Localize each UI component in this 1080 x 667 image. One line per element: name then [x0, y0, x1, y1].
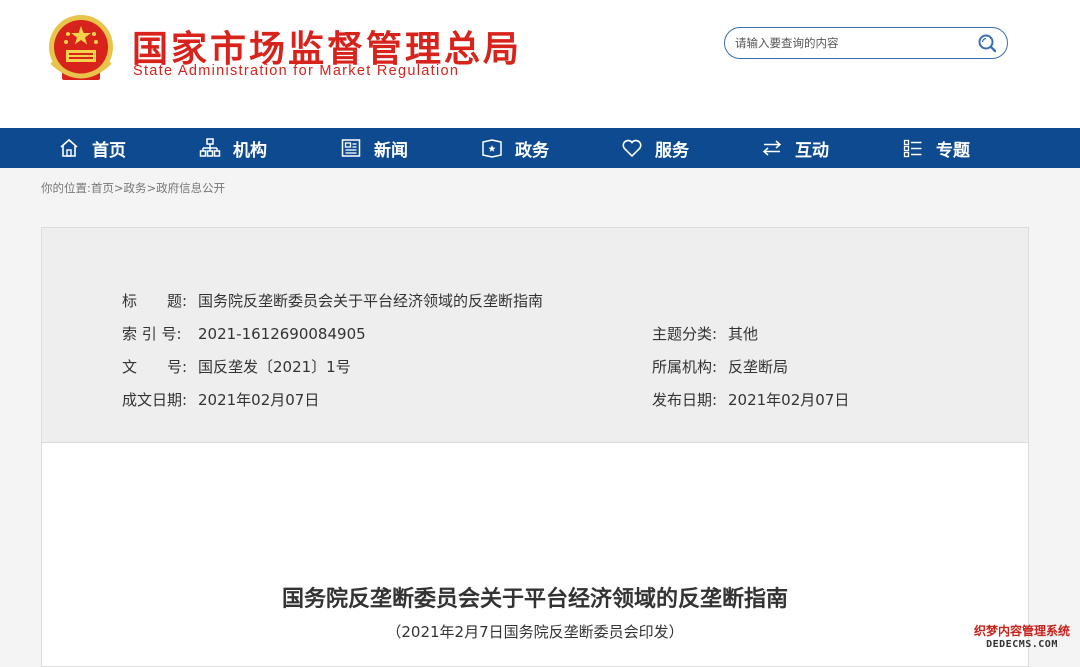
- meta-row-title: 标 题: 国务院反垄断委员会关于平台经济领域的反垄断指南: [122, 290, 543, 311]
- search-icon[interactable]: [977, 33, 997, 53]
- meta-value-published-date: 2021年02月07日: [728, 391, 850, 409]
- meta-value-title: 国务院反垄断委员会关于平台经济领域的反垄断指南: [198, 292, 544, 310]
- national-emblem-icon[interactable]: [44, 12, 118, 86]
- nav-item-service[interactable]: 服务: [621, 128, 689, 168]
- breadcrumb-separator: >: [113, 181, 124, 195]
- org-chart-icon: [199, 138, 221, 157]
- heart-icon: [622, 139, 642, 158]
- breadcrumb-item-info-disclosure[interactable]: 政府信息公开: [156, 181, 225, 195]
- meta-label-title: 标 题:: [122, 292, 188, 310]
- meta-row-category: 主题分类: 其他: [652, 323, 758, 344]
- nav-item-affairs[interactable]: 政务: [481, 128, 549, 168]
- site-header: 国家市场监督管理总局 State Administration for Mark…: [0, 0, 1080, 128]
- watermark-line2: DEDECMS.COM: [986, 638, 1058, 650]
- document-container: 标 题: 国务院反垄断委员会关于平台经济领域的反垄断指南 索 引 号: 2021-1…: [41, 227, 1029, 667]
- meta-value-doc-no: 国反垄发〔2021〕1号: [198, 358, 351, 376]
- meta-row-created-date: 成文日期: 2021年02月07日: [122, 389, 319, 410]
- government-icon: [482, 139, 502, 158]
- search-input[interactable]: [735, 33, 965, 53]
- meta-value-category: 其他: [728, 325, 759, 343]
- meta-row-agency: 所属机构: 反垄断局: [652, 356, 788, 377]
- meta-label-index-no: 索 引 号:: [122, 325, 182, 343]
- meta-value-agency: 反垄断局: [728, 358, 789, 376]
- meta-label-doc-no: 文 号:: [122, 358, 188, 376]
- breadcrumb-item-home[interactable]: 首页: [91, 181, 114, 195]
- org-name-en[interactable]: State Administration for Market Regulati…: [133, 63, 459, 79]
- meta-row-doc-no: 文 号: 国反垄发〔2021〕1号: [122, 356, 351, 377]
- nav-label-news: 新闻: [374, 140, 408, 161]
- breadcrumb: 你的位置:首页>政务>政府信息公开: [41, 180, 225, 196]
- meta-row-published-date: 发布日期: 2021年02月07日: [652, 389, 849, 410]
- newspaper-icon: [341, 139, 361, 157]
- meta-label-category: 主题分类:: [652, 325, 718, 343]
- main-nav: 首页 机构 新闻 政务 服务 互动 专题: [0, 128, 1080, 168]
- meta-label-agency: 所属机构:: [652, 358, 718, 376]
- nav-label-home: 首页: [92, 140, 126, 161]
- nav-label-interact: 互动: [795, 140, 829, 161]
- meta-value-index-no: 2021-1612690084905: [198, 325, 366, 343]
- document-title: 国务院反垄断委员会关于平台经济领域的反垄断指南: [281, 587, 788, 612]
- watermark-logo: 织梦内容管理系统 DEDECMS.COM: [973, 623, 1070, 650]
- nav-item-home[interactable]: 首页: [58, 128, 126, 168]
- watermark-line1: 织梦内容管理系统: [973, 623, 1070, 638]
- nav-item-interact[interactable]: 互动: [761, 128, 829, 168]
- nav-item-topics[interactable]: 专题: [902, 128, 970, 168]
- breadcrumb-item-affairs[interactable]: 政务: [124, 181, 147, 195]
- nav-label-affairs: 政务: [515, 140, 549, 161]
- nav-item-news[interactable]: 新闻: [340, 128, 408, 168]
- nav-item-org[interactable]: 机构: [199, 128, 267, 168]
- home-icon: [60, 138, 78, 157]
- topics-list-icon: [903, 139, 922, 158]
- document-meta-box: 标 题: 国务院反垄断委员会关于平台经济领域的反垄断指南 索 引 号: 2021-1…: [42, 228, 1028, 443]
- meta-label-published-date: 发布日期:: [652, 391, 718, 409]
- document-subtitle: （2021年2月7日国务院反垄断委员会印发）: [386, 623, 684, 641]
- meta-row-index-no: 索 引 号: 2021-1612690084905: [122, 323, 366, 344]
- meta-label-created-date: 成文日期:: [122, 391, 188, 409]
- nav-label-topics: 专题: [936, 140, 970, 161]
- nav-label-org: 机构: [233, 140, 267, 161]
- search-box: [724, 27, 1008, 59]
- breadcrumb-separator: >: [146, 181, 157, 195]
- exchange-arrows-icon: [762, 140, 782, 156]
- meta-value-created-date: 2021年02月07日: [198, 391, 320, 409]
- nav-label-service: 服务: [655, 140, 689, 161]
- breadcrumb-prefix: 你的位置:: [41, 181, 91, 195]
